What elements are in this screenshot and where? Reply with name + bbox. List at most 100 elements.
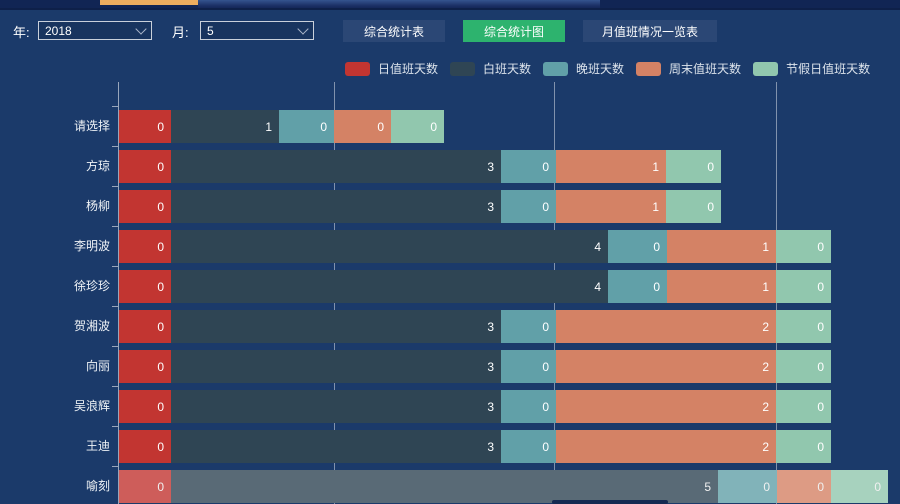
bar-segment[interactable]: 0	[501, 310, 556, 343]
bar-segment[interactable]: 4	[171, 230, 608, 263]
bar-segment[interactable]: 0	[776, 310, 831, 343]
segment-value-label: 2	[762, 440, 769, 454]
y-axis-tick	[112, 426, 118, 427]
segment-value-label: 0	[430, 120, 437, 134]
bar-segment[interactable]: 3	[171, 430, 501, 463]
segment-value-label: 3	[487, 400, 494, 414]
category-label: 王迪	[0, 430, 110, 463]
bar-segment[interactable]: 0	[119, 310, 171, 343]
bar-segment[interactable]: 1	[667, 270, 776, 303]
bar-segment[interactable]: 0	[776, 390, 831, 423]
bar-segment[interactable]: 1	[556, 150, 666, 183]
bar-segment[interactable]: 2	[556, 310, 776, 343]
bar-segment[interactable]: 3	[171, 390, 501, 423]
bar-segment[interactable]: 0	[776, 230, 831, 263]
legend-item-4[interactable]: 周末值班天数	[636, 60, 741, 77]
segment-value-label: 0	[157, 360, 164, 374]
bar-segment[interactable]: 0	[501, 350, 556, 383]
category-label: 方琼	[0, 150, 110, 183]
bar-segment[interactable]: 3	[171, 150, 501, 183]
bar-segment[interactable]: 3	[171, 310, 501, 343]
bar-segment[interactable]: 0	[608, 230, 667, 263]
bar-segment[interactable]: 0	[666, 150, 721, 183]
bar-segment[interactable]: 0	[501, 430, 556, 463]
month-select[interactable]: 5	[200, 21, 314, 40]
bar-segment[interactable]: 0	[334, 110, 391, 143]
bar-segment[interactable]: 5	[171, 470, 718, 503]
bar-segment[interactable]: 1	[171, 110, 279, 143]
month-select-value: 5	[207, 24, 214, 38]
segment-value-label: 0	[320, 120, 327, 134]
segment-value-label: 0	[542, 160, 549, 174]
y-axis-tick	[112, 186, 118, 187]
bar-segment[interactable]: 0	[666, 190, 721, 223]
month-label: 月:	[172, 22, 189, 41]
segment-value-label: 4	[594, 280, 601, 294]
y-axis-tick	[112, 386, 118, 387]
bar-segment[interactable]: 0	[777, 470, 831, 503]
segment-value-label: 0	[653, 280, 660, 294]
bar-segment[interactable]: 0	[119, 270, 171, 303]
bar-segment[interactable]: 0	[501, 390, 556, 423]
bar-segment[interactable]: 3	[171, 190, 501, 223]
bar-segment[interactable]: 0	[119, 190, 171, 223]
bar-segment[interactable]: 0	[776, 270, 831, 303]
chevron-down-icon	[297, 23, 308, 34]
legend-item-2[interactable]: 白班天数	[450, 60, 531, 77]
segment-value-label: 0	[817, 280, 824, 294]
segment-value-label: 0	[817, 240, 824, 254]
bar-segment[interactable]: 2	[556, 390, 776, 423]
bar-segment[interactable]: 0	[119, 150, 171, 183]
bar-segment[interactable]: 0	[776, 430, 831, 463]
segment-value-label: 0	[157, 120, 164, 134]
bar-segment[interactable]: 4	[171, 270, 608, 303]
bar-segment[interactable]: 2	[556, 350, 776, 383]
category-label: 李明波	[0, 230, 110, 263]
bar-row: 03020	[119, 390, 831, 423]
legend-swatch	[543, 62, 568, 76]
bar-segment[interactable]: 0	[718, 470, 777, 503]
nav-button-1[interactable]: 综合统计表	[343, 20, 445, 42]
bar-segment[interactable]: 1	[667, 230, 776, 263]
bar-segment[interactable]: 0	[119, 470, 171, 503]
bar-segment[interactable]: 0	[831, 470, 888, 503]
bar-segment[interactable]: 3	[171, 350, 501, 383]
segment-value-label: 3	[487, 440, 494, 454]
bar-segment[interactable]: 0	[119, 110, 171, 143]
bar-segment[interactable]: 0	[608, 270, 667, 303]
segment-value-label: 0	[542, 440, 549, 454]
bar-segment[interactable]: 0	[119, 350, 171, 383]
bar-segment[interactable]: 0	[776, 350, 831, 383]
bar-segment[interactable]: 0	[119, 430, 171, 463]
legend-swatch	[450, 62, 475, 76]
bar-row: 01000	[119, 110, 444, 143]
bar-segment[interactable]: 0	[501, 190, 556, 223]
nav-button-2[interactable]: 综合统计图	[463, 20, 565, 42]
chart-legend: 日值班天数白班天数晚班天数 周末值班天数节假日值班天数	[345, 60, 870, 77]
legend-item-1[interactable]: 日值班天数	[345, 60, 438, 77]
segment-value-label: 0	[157, 200, 164, 214]
segment-value-label: 1	[762, 280, 769, 294]
bar-segment[interactable]: 0	[119, 390, 171, 423]
top-strip-orange-indicator	[100, 0, 198, 5]
segment-value-label: 3	[487, 320, 494, 334]
legend-item-label: 周末值班天数	[669, 60, 741, 77]
segment-value-label: 3	[487, 360, 494, 374]
segment-value-label: 0	[874, 480, 881, 494]
year-select[interactable]: 2018	[38, 21, 152, 40]
y-axis-tick	[112, 146, 118, 147]
legend-swatch	[345, 62, 370, 76]
bar-segment[interactable]: 2	[556, 430, 776, 463]
segment-value-label: 0	[817, 440, 824, 454]
bar-segment[interactable]: 0	[279, 110, 334, 143]
bar-segment[interactable]: 0	[391, 110, 444, 143]
legend-item-5[interactable]: 节假日值班天数	[753, 60, 870, 77]
bar-segment[interactable]: 0	[119, 230, 171, 263]
segment-value-label: 5	[704, 480, 711, 494]
legend-item-3[interactable]: 晚班天数	[543, 60, 624, 77]
bar-segment[interactable]: 1	[556, 190, 666, 223]
segment-value-label: 0	[817, 320, 824, 334]
nav-button-3[interactable]: 月值班情况一览表	[583, 20, 717, 42]
bar-segment[interactable]: 0	[501, 150, 556, 183]
bar-row: 03020	[119, 310, 831, 343]
